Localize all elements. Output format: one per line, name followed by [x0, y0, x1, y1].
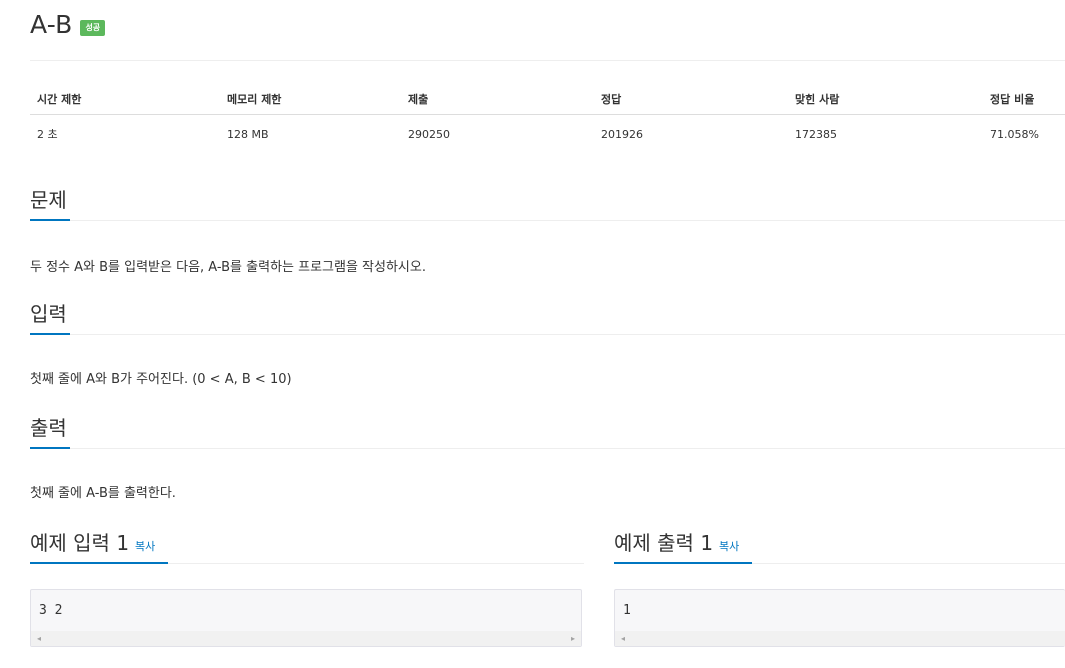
value-solved-users: 172385: [795, 127, 837, 141]
section-input-header: 입력: [30, 296, 1065, 335]
value-accept-ratio: 71.058%: [990, 127, 1039, 141]
copy-sample-output-button[interactable]: 복사: [719, 540, 739, 553]
sample-output-title: 예제 출력 1: [614, 531, 714, 555]
sample-output-content: 1: [623, 603, 631, 618]
header-submissions: 제출: [408, 84, 601, 115]
section-output-title: 출력: [30, 416, 67, 440]
info-value-row: 2 초 128 MB 290250 201926 172385 71.058%: [30, 115, 1065, 154]
scroll-left-icon[interactable]: ◂: [621, 634, 625, 643]
header-time-limit: 시간 제한: [30, 84, 227, 115]
value-accepted: 201926: [601, 127, 643, 141]
problem-info-table: 시간 제한 메모리 제한 제출 정답 맞힌 사람 정답 비율 2 초 128 M…: [30, 84, 1065, 153]
sample-output-1: 예제 출력 1 복사 1 ◂: [614, 525, 1065, 647]
section-underline: [30, 333, 70, 335]
horizontal-scrollbar[interactable]: ◂: [615, 631, 1065, 646]
problem-title: A-B: [30, 10, 73, 39]
section-problem: 문제 두 정수 A와 B를 입력받은 다음, A-B를 출력하는 프로그램을 작…: [30, 182, 1065, 275]
header-memory-limit: 메모리 제한: [227, 84, 408, 115]
section-underline: [30, 562, 168, 564]
section-problem-text: 두 정수 A와 B를 입력받은 다음, A-B를 출력하는 프로그램을 작성하시…: [30, 260, 426, 275]
header-accepted: 정답: [601, 84, 795, 115]
header-accept-ratio: 정답 비율: [990, 84, 1065, 115]
sample-input-header: 예제 입력 1 복사: [30, 525, 584, 564]
value-time-limit: 2 초: [37, 128, 58, 141]
scroll-left-icon[interactable]: ◂: [37, 634, 41, 643]
sample-input-title-wrap: 예제 입력 1 복사: [30, 527, 155, 556]
section-input: 입력 첫째 줄에 A와 B가 주어진다. (0 < A, B < 10): [30, 296, 1065, 387]
sample-output-header: 예제 출력 1 복사: [614, 525, 1065, 564]
title-divider: [30, 60, 1065, 61]
section-output: 출력 첫째 줄에 A-B를 출력한다.: [30, 410, 1065, 501]
section-output-text: 첫째 줄에 A-B를 출력한다.: [30, 486, 176, 501]
section-input-title: 입력: [30, 302, 67, 326]
sample-input-content: 3 2: [39, 603, 63, 618]
section-underline: [30, 447, 70, 449]
title-row: A-B 성공: [30, 10, 106, 39]
section-underline: [614, 562, 752, 564]
section-problem-title: 문제: [30, 188, 67, 212]
header-solved-users: 맞힌 사람: [795, 84, 990, 115]
sample-input-box: 3 2 ◂ ▸: [30, 589, 582, 647]
value-submissions: 290250: [408, 127, 450, 141]
value-memory-limit: 128 MB: [227, 127, 269, 141]
sample-input-title: 예제 입력 1: [30, 531, 130, 555]
sample-output-box: 1 ◂: [614, 589, 1065, 647]
sample-output-title-wrap: 예제 출력 1 복사: [614, 527, 739, 556]
scroll-right-icon[interactable]: ▸: [571, 634, 575, 643]
section-input-text: 첫째 줄에 A와 B가 주어진다. (0 < A, B < 10): [30, 372, 292, 387]
section-underline: [30, 219, 70, 221]
info-header-row: 시간 제한 메모리 제한 제출 정답 맞힌 사람 정답 비율: [30, 84, 1065, 115]
sample-input-1: 예제 입력 1 복사 3 2 ◂ ▸: [30, 525, 584, 647]
section-problem-header: 문제: [30, 182, 1065, 221]
status-badge: 성공: [80, 19, 106, 36]
horizontal-scrollbar[interactable]: ◂ ▸: [31, 631, 581, 646]
copy-sample-input-button[interactable]: 복사: [135, 540, 155, 553]
section-output-header: 출력: [30, 410, 1065, 449]
